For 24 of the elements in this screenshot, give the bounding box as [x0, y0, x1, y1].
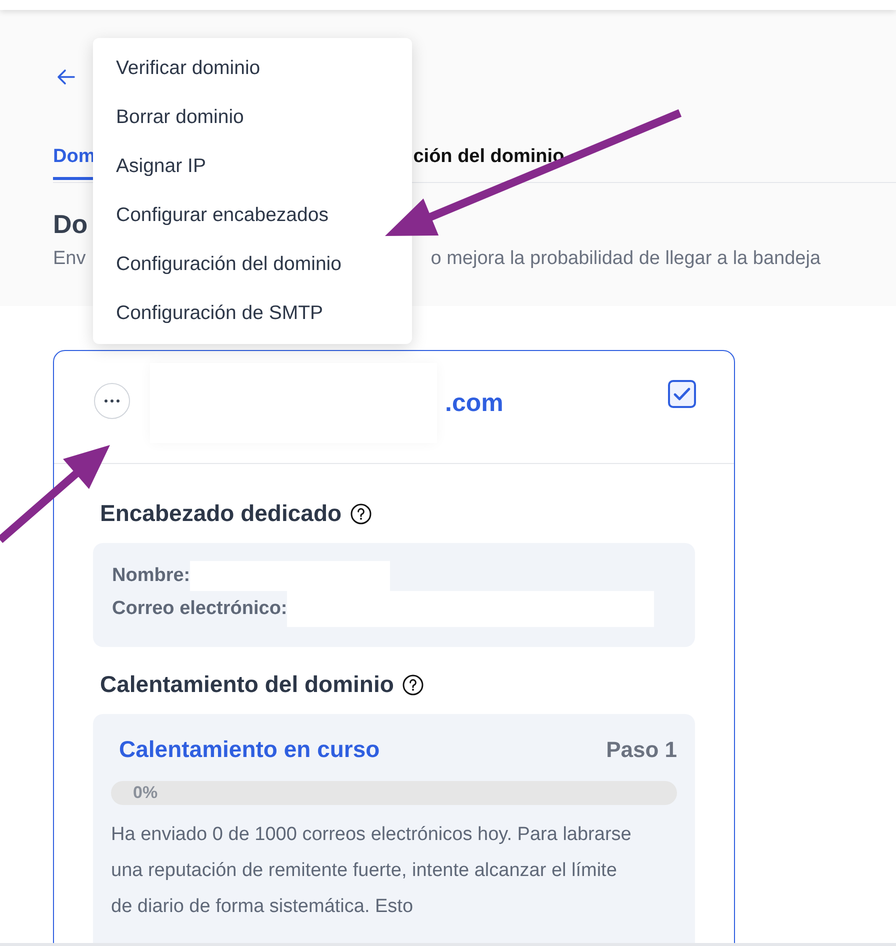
section-title: Encabezado dedicado [100, 500, 342, 527]
domain-name: .com [445, 388, 504, 418]
warmup-status: Calentamiento en curso [119, 736, 380, 763]
progress-label: 0% [133, 783, 158, 803]
step-label: Paso 1 [606, 736, 677, 762]
menu-item[interactable]: Borrar dominio [93, 93, 412, 142]
help-icon[interactable] [350, 502, 372, 524]
help-icon[interactable] [402, 674, 424, 696]
field-label: Correo electrónico: [112, 598, 288, 620]
page-subtitle: Env [53, 248, 86, 270]
page-heading: Do [53, 209, 88, 240]
section-title: Calentamiento del dominio [100, 671, 394, 698]
tab[interactable]: ción del dominio [413, 146, 564, 180]
checkbox[interactable] [668, 380, 696, 408]
menu-item[interactable]: Verificar dominio [93, 44, 412, 93]
warmup-description: Ha enviado 0 de 1000 correos electrónicos hoy. Para labrarse una reputación de remitente fuerte, intente alcanzar el límite de diario de forma sistemática. Esto [111, 823, 632, 919]
check-icon [673, 387, 691, 401]
ellipsis-icon [104, 399, 120, 403]
menu-item[interactable]: Configuración de SMTP [93, 289, 412, 338]
page-subtitle: o mejora la probabilidad de llegar a la bandeja [430, 248, 821, 270]
menu-item[interactable]: Asignar IP [93, 142, 412, 191]
field-label: Nombre: [112, 565, 190, 587]
menu-item[interactable]: Configurar encabezados [93, 191, 412, 240]
menu-item[interactable]: Configuración del dominio [93, 240, 412, 289]
